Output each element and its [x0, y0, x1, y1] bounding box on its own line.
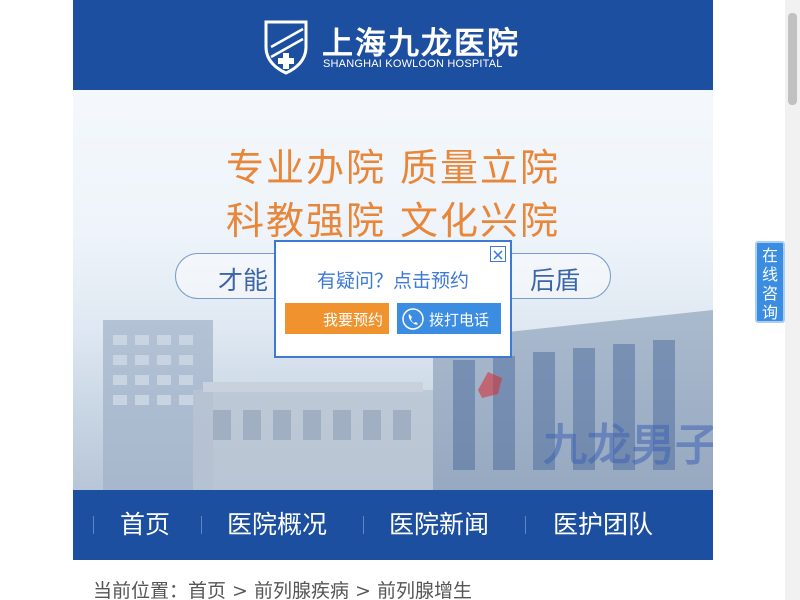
call-phone-button[interactable]: 拨打电话 — [397, 303, 501, 334]
building-sign-text: 九龙男子医院 — [543, 420, 713, 471]
nav-item-team[interactable]: 医护团队 — [553, 490, 653, 560]
nav-divider — [525, 516, 526, 534]
site-header: 上海九龙医院 SHANGHAI KOWLOON HOSPITAL — [73, 0, 713, 90]
nav-item-home[interactable]: 首页 — [120, 490, 170, 560]
scrollbar-thumb[interactable] — [788, 13, 797, 105]
hospital-name-cn: 上海九龙医院 — [322, 26, 520, 62]
nav-divider — [201, 516, 202, 534]
online-consult-tab[interactable]: 在线咨询 — [755, 241, 785, 323]
close-icon[interactable] — [490, 246, 506, 262]
nav-divider — [93, 516, 94, 534]
slogan-line-2: 科教强院 文化兴院 — [225, 199, 561, 243]
appointment-popup: 有疑问？点击预约 我要预约 拨打电话 — [274, 240, 512, 358]
pill-text-right: 后盾 — [529, 266, 580, 295]
scrollbar[interactable] — [785, 0, 800, 600]
book-button-label: 我要预约 — [322, 311, 383, 329]
call-button-label: 拨打电话 — [429, 311, 490, 329]
pill-text-left: 才能 — [218, 266, 269, 295]
hospital-name-en: SHANGHAI KOWLOON HOSPITAL — [323, 58, 503, 70]
popup-question: 有疑问？点击预约 — [316, 270, 469, 292]
shield-cross-icon — [264, 20, 308, 75]
slogan-line-1: 专业办院 质量立院 — [225, 146, 561, 190]
main-nav: 首页 医院概况 医院新闻 医护团队 — [73, 490, 713, 560]
book-appointment-button[interactable]: 我要预约 — [285, 303, 389, 334]
nav-item-news[interactable]: 医院新闻 — [389, 490, 489, 560]
nav-item-overview[interactable]: 医院概况 — [227, 490, 327, 560]
nav-divider — [363, 516, 364, 534]
phone-icon — [402, 308, 424, 330]
breadcrumb: 当前位置：首页 > 前列腺疾病 > 前列腺增生 — [93, 580, 472, 600]
